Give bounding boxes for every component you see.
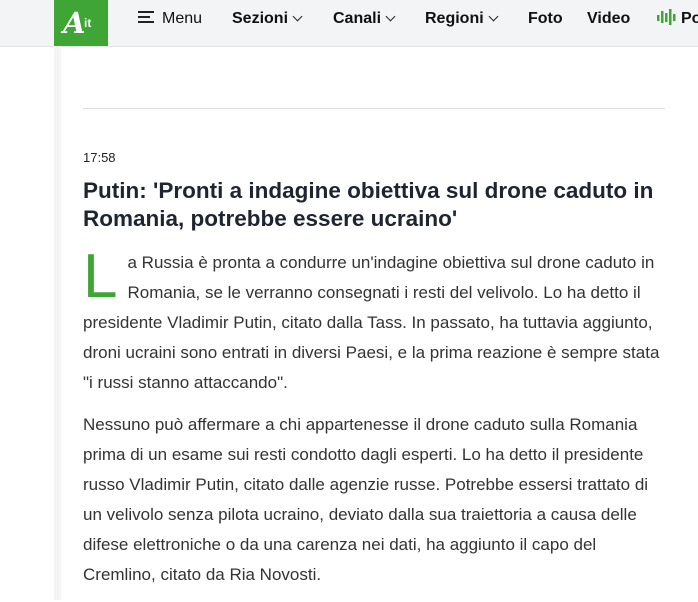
article-paragraph: Nessuno può affermare a chi appartenesse… <box>83 415 649 584</box>
logo-letter: A <box>63 6 86 40</box>
article-time: 17:58 <box>83 150 116 165</box>
podcast-bars-icon <box>657 8 676 25</box>
article-paragraph: La Russia è pronta a condurre un'indagin… <box>83 242 668 398</box>
nav-label: Sezioni <box>232 10 289 27</box>
nav-video[interactable]: Video <box>587 0 630 46</box>
chevron-down-icon <box>385 11 396 22</box>
top-navigation-bar: A it Menu Sezioni Canali Regioni Foto Vi… <box>0 0 698 47</box>
section-divider <box>83 108 665 109</box>
nav-canali[interactable]: Canali <box>333 0 396 46</box>
menu-label: Menu <box>162 10 203 27</box>
hamburger-icon <box>138 8 154 26</box>
left-column-rule <box>54 46 61 600</box>
article-title: Putin: 'Pronti a indagine obiettiva sul … <box>83 178 654 231</box>
nav-foto[interactable]: Foto <box>528 0 563 46</box>
paragraph-text: a Russia è pronta a condurre un'indagine… <box>83 253 660 392</box>
nav-label: Regioni <box>425 10 484 27</box>
logo-suffix: it <box>84 16 92 30</box>
drop-cap: L <box>83 242 118 311</box>
article-body: La Russia è pronta a condurre un'indagin… <box>83 242 668 602</box>
nav-sezioni[interactable]: Sezioni <box>232 0 303 46</box>
nav-label: Video <box>587 10 631 27</box>
nav-podcast[interactable]: Po <box>657 0 698 46</box>
nav-label: Canali <box>333 10 382 27</box>
nav-label: Foto <box>528 10 563 27</box>
nav-label: Po <box>681 10 698 27</box>
chevron-down-icon <box>488 11 499 22</box>
nav-regioni[interactable]: Regioni <box>425 0 499 46</box>
agi-logo[interactable]: A it <box>54 0 108 46</box>
chevron-down-icon <box>292 11 303 22</box>
menu-button[interactable]: Menu <box>138 0 202 46</box>
